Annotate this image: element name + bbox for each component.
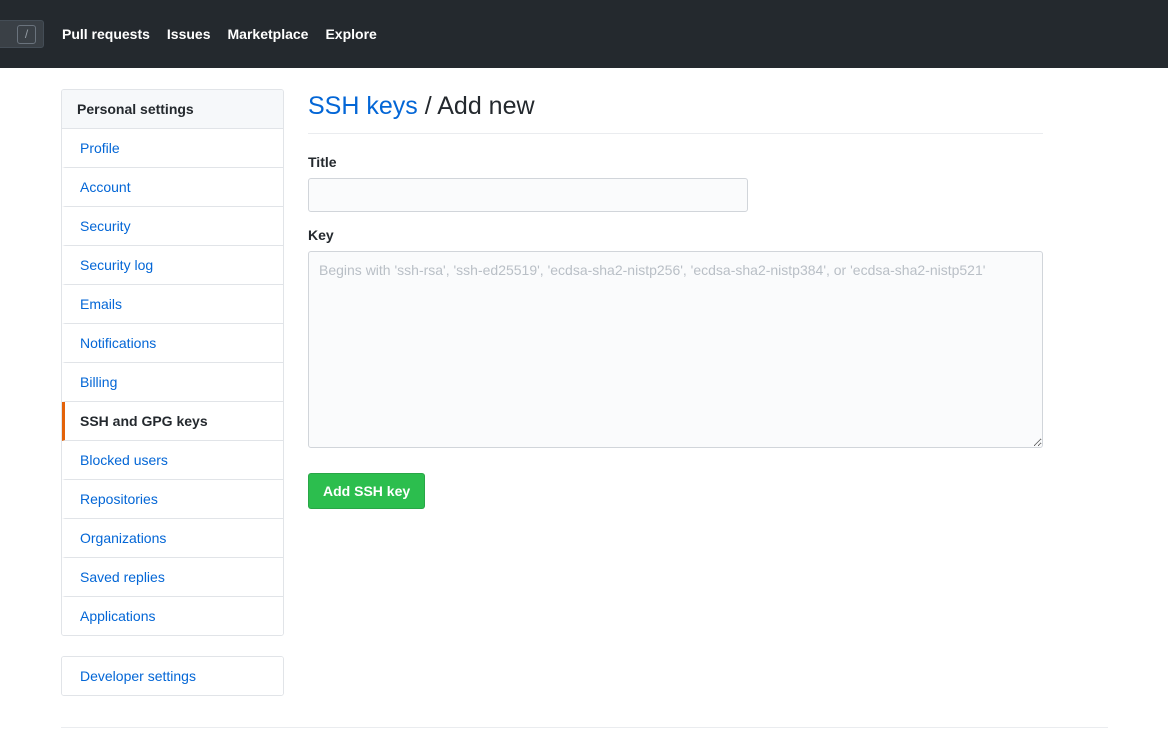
sidebar-item-blocked-users[interactable]: Blocked users — [62, 441, 283, 480]
sidebar-item-developer-settings[interactable]: Developer settings — [62, 657, 283, 695]
sidebar-heading: Personal settings — [62, 90, 283, 129]
add-ssh-key-form: Title Key Add SSH key — [308, 154, 1043, 509]
sidebar-item-account[interactable]: Account — [62, 168, 283, 207]
settings-sidebar: Personal settings Profile Account Securi… — [61, 89, 284, 696]
personal-settings-menu: Personal settings Profile Account Securi… — [61, 89, 284, 636]
key-textarea[interactable] — [308, 251, 1043, 448]
add-ssh-key-button[interactable]: Add SSH key — [308, 473, 426, 509]
page-subhead: SSH keys / Add new — [308, 89, 1043, 134]
sidebar-item-notifications[interactable]: Notifications — [62, 324, 283, 363]
nav-item-issues[interactable]: Issues — [167, 26, 211, 42]
key-label: Key — [308, 227, 334, 243]
main-content: SSH keys / Add new Title Key Add SSH key — [308, 89, 1043, 696]
key-field-group: Key — [308, 227, 1043, 448]
breadcrumb-current: Add new — [437, 92, 535, 120]
sidebar-item-security-log[interactable]: Security log — [62, 246, 283, 285]
global-header: / Pull requests Issues Marketplace Explo… — [0, 0, 1168, 68]
sidebar-item-saved-replies[interactable]: Saved replies — [62, 558, 283, 597]
nav-item-pull-requests[interactable]: Pull requests — [62, 26, 150, 42]
developer-settings-menu: Developer settings — [61, 656, 284, 696]
sidebar-item-ssh-and-gpg-keys[interactable]: SSH and GPG keys — [62, 402, 283, 441]
breadcrumb-separator: / — [417, 92, 438, 120]
global-header-inner: / Pull requests Issues Marketplace Explo… — [0, 0, 377, 68]
breadcrumb-link-ssh-keys[interactable]: SSH keys — [308, 92, 418, 120]
footer-divider — [61, 727, 1108, 728]
sidebar-item-billing[interactable]: Billing — [62, 363, 283, 402]
sidebar-item-applications[interactable]: Applications — [62, 597, 283, 635]
title-label: Title — [308, 154, 337, 170]
nav-item-marketplace[interactable]: Marketplace — [228, 26, 309, 42]
title-field-group: Title — [308, 154, 1043, 212]
sidebar-item-profile[interactable]: Profile — [62, 129, 283, 168]
sidebar-item-emails[interactable]: Emails — [62, 285, 283, 324]
search-input[interactable]: / — [0, 20, 44, 48]
slash-shortcut-icon: / — [17, 24, 36, 44]
global-nav: Pull requests Issues Marketplace Explore — [62, 26, 377, 42]
sidebar-item-organizations[interactable]: Organizations — [62, 519, 283, 558]
sidebar-item-security[interactable]: Security — [62, 207, 283, 246]
page-body: Personal settings Profile Account Securi… — [0, 68, 1168, 696]
sidebar-item-repositories[interactable]: Repositories — [62, 480, 283, 519]
nav-item-explore[interactable]: Explore — [325, 26, 376, 42]
page-title: SSH keys / Add new — [308, 89, 1043, 123]
title-input[interactable] — [308, 178, 748, 212]
